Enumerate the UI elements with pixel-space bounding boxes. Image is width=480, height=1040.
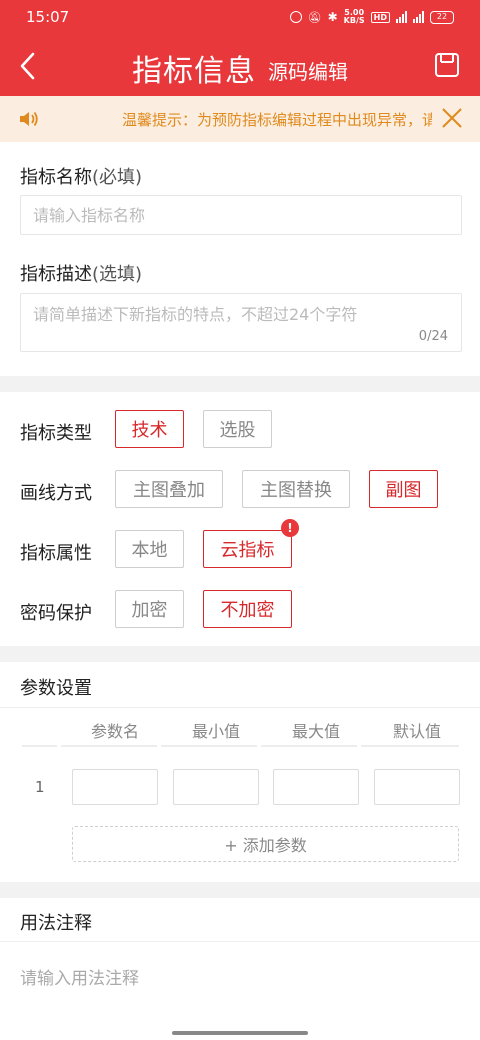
save-icon[interactable] [434, 52, 460, 78]
bluetooth-icon: ✱ [327, 10, 338, 24]
notice-bar: 温馨提示：为预防指标编辑过程中出现异常，请及时保存 [0, 96, 480, 142]
battery-icon: 22 [430, 10, 454, 24]
alert-badge-icon: ! [281, 519, 299, 537]
usage-title: 用法注释 [20, 913, 92, 934]
type-label: 指标类型 [20, 423, 92, 444]
password-label: 密码保护 [20, 603, 92, 624]
param-min-input[interactable] [173, 769, 259, 805]
signal-icon-2 [413, 11, 424, 23]
header-underline [61, 745, 157, 747]
divider [0, 941, 480, 942]
password-option-no-encrypt[interactable]: 不加密 [203, 590, 292, 628]
notice-text: 温馨提示：为预防指标编辑过程中出现异常，请及时保存 [122, 111, 432, 129]
nav-bar: 指标信息 源码编辑 [0, 36, 480, 96]
param-header-min: 最小值 [191, 722, 240, 741]
attr-option-local[interactable]: 本地 [115, 530, 184, 568]
desc-label-hint: (选填) [92, 264, 143, 285]
source-edit-button[interactable]: 源码编辑 [268, 56, 348, 85]
hd-icon: HD [370, 11, 390, 23]
type-option-technical[interactable]: 技术 [115, 410, 184, 448]
status-time: 15:07 [26, 8, 70, 26]
mute-icon: 🔕︎ [307, 10, 322, 24]
status-bar: 15:07 🔕︎ ✱ 5.00 KB/S HD 22 [0, 0, 480, 36]
name-label-text: 指标名称 [20, 167, 92, 188]
net-speed-unit: KB/S [343, 16, 365, 25]
header-underline [161, 745, 257, 747]
name-label-hint: (必填) [92, 167, 143, 188]
draw-option-main-replace[interactable]: 主图替换 [242, 470, 350, 508]
param-row-index: 1 [35, 778, 45, 796]
name-input[interactable] [20, 195, 462, 235]
desc-label: 指标描述(选填) [20, 260, 142, 286]
type-option-stock-pick[interactable]: 选股 [203, 410, 272, 448]
param-default-input[interactable] [374, 769, 460, 805]
speaker-icon [20, 111, 38, 127]
header-underline [261, 745, 357, 747]
password-option-encrypt[interactable]: 加密 [115, 590, 184, 628]
usage-input[interactable]: 请输入用法注释 [20, 964, 139, 989]
header-underline [22, 745, 57, 747]
net-speed: 5.00 KB/S [344, 9, 365, 25]
params-title: 参数设置 [20, 678, 92, 699]
param-header-name: 参数名 [90, 722, 139, 741]
draw-label: 画线方式 [20, 483, 92, 504]
header-underline [361, 745, 459, 747]
divider [0, 707, 480, 708]
signal-icon-1 [396, 11, 407, 23]
attr-label: 指标属性 [20, 543, 92, 564]
param-max-input[interactable] [273, 769, 359, 805]
page-title: 指标信息 [132, 54, 256, 89]
draw-option-sub-chart[interactable]: 副图 [369, 470, 438, 508]
home-indicator[interactable] [172, 1031, 308, 1035]
param-header-max: 最大值 [291, 722, 340, 741]
desc-input[interactable] [20, 293, 462, 352]
name-label: 指标名称(必填) [20, 163, 142, 189]
close-icon[interactable] [440, 106, 464, 130]
system-icons: 🔕︎ ✱ 5.00 KB/S HD 22 [289, 9, 454, 25]
add-param-button[interactable]: + 添加参数 [72, 826, 459, 862]
attr-option-cloud[interactable]: 云指标 [203, 530, 292, 568]
desc-label-text: 指标描述 [20, 264, 92, 285]
param-header-default: 默认值 [392, 722, 441, 741]
desc-counter: 0/24 [418, 329, 448, 344]
draw-option-main-overlay[interactable]: 主图叠加 [115, 470, 223, 508]
param-name-input[interactable] [72, 769, 158, 805]
chevron-left-icon[interactable] [14, 50, 44, 82]
alarm-icon [289, 11, 302, 23]
